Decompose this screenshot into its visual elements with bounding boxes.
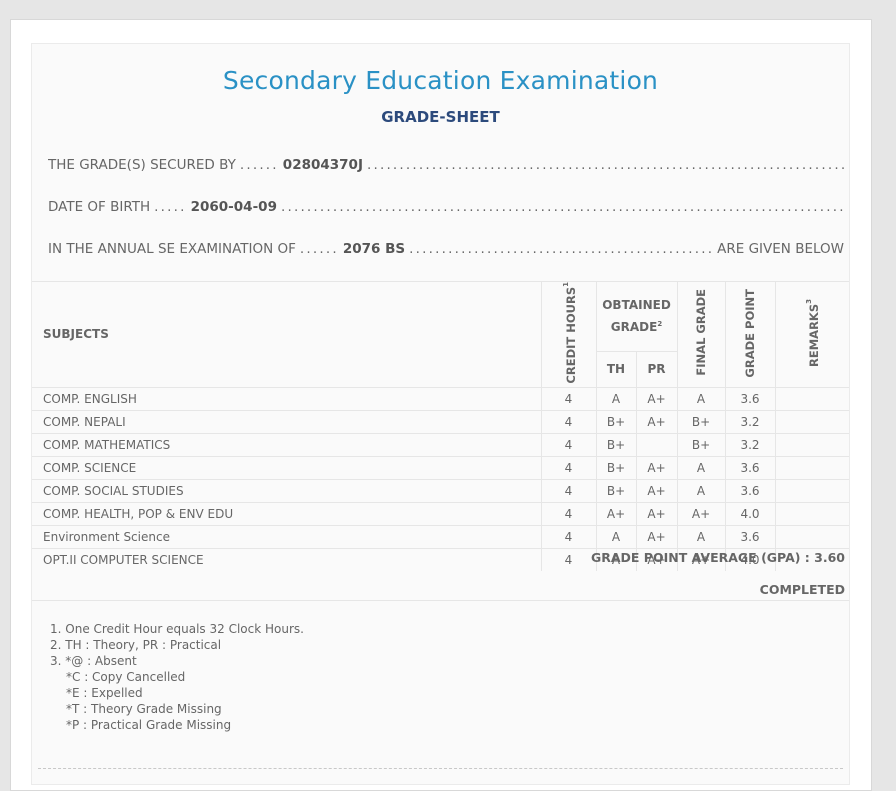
final-grade-cell: B+: [676, 432, 725, 457]
table-row: COMP. MATHEMATICS 4 B+ B+ 3.2: [32, 432, 849, 457]
secured-by-label: THE GRADE(S) SECURED BY: [48, 157, 236, 173]
divider: [32, 600, 849, 601]
dot-leader: ......: [239, 157, 279, 173]
credit-cell: 4: [540, 478, 596, 503]
footnotes: 1. One Credit Hour equals 32 Clock Hours…: [50, 621, 304, 733]
note-credit-hour: 1. One Credit Hour equals 32 Clock Hours…: [50, 622, 304, 636]
th-grade-cell: A: [595, 386, 636, 411]
result-status: COMPLETED: [759, 582, 845, 597]
th-grade-cell: B+: [595, 478, 636, 503]
table-row: COMP. HEALTH, POP & ENV EDU 4 A+ A+ A+ 4.0: [32, 501, 849, 526]
pr-grade-cell: A+: [635, 455, 677, 480]
remarks-cell: [774, 409, 849, 434]
pr-grade-cell: A+: [635, 501, 677, 526]
grade-point-cell: 3.6: [724, 478, 775, 503]
subject-cell: COMP. SCIENCE: [32, 455, 541, 480]
pr-header: PR: [635, 350, 677, 388]
remarks-header: REMARKS3: [774, 281, 849, 388]
dot-leader: ......: [299, 241, 339, 257]
final-grade-cell: A: [676, 455, 725, 480]
subject-cell: COMP. MATHEMATICS: [32, 432, 541, 457]
credit-cell: 4: [540, 524, 596, 549]
th-header: TH: [595, 350, 636, 388]
gpa-text: GRADE POINT AVERAGE (GPA) : 3.60: [590, 550, 845, 565]
remarks-cell: [774, 478, 849, 503]
pr-grade-cell: A+: [635, 478, 677, 503]
dot-leader: ........................................…: [280, 199, 844, 215]
dob-label: DATE OF BIRTH: [48, 199, 151, 215]
sheet-subtitle: GRADE-SHEET: [381, 108, 500, 126]
table-row: Environment Science 4 A A+ A 3.6: [32, 524, 849, 549]
remarks-cell: [774, 501, 849, 526]
th-grade-cell: B+: [595, 409, 636, 434]
pr-grade-cell: [635, 432, 677, 457]
final-grade-cell: A: [676, 478, 725, 503]
credit-cell: 4: [540, 547, 596, 571]
subject-cell: OPT.II COMPUTER SCIENCE: [32, 547, 541, 571]
exam-year: 2076 BS: [342, 241, 406, 257]
subject-cell: COMP. ENGLISH: [32, 386, 541, 411]
exam-title: Secondary Education Examination: [222, 66, 659, 95]
note-practical-missing: *P : Practical Grade Missing: [66, 718, 232, 732]
symbol-number: 02804370J: [282, 157, 363, 173]
grades-table: SUBJECTS CREDIT HOURS1 OBTAINED GRADE2 F…: [32, 281, 849, 571]
obtained-grade-header: OBTAINED GRADE2: [595, 281, 677, 352]
final-grade-cell: A: [676, 524, 725, 549]
credit-hours-header: CREDIT HOURS1: [540, 281, 596, 388]
final-grade-header: FINAL GRADE: [676, 281, 725, 388]
grade-point-cell: 4.0: [724, 501, 775, 526]
table-row: COMP. ENGLISH 4 A A+ A 3.6: [32, 386, 849, 411]
dob-value: 2060-04-09: [190, 199, 277, 215]
th-grade-cell: A+: [595, 501, 636, 526]
credit-cell: 4: [540, 455, 596, 480]
exam-tail: ARE GIVEN BELOW: [717, 241, 844, 257]
pr-grade-cell: A+: [635, 409, 677, 434]
grade-sheet: Secondary Education Examination GRADE-SH…: [31, 43, 850, 785]
remarks-cell: [774, 455, 849, 480]
table-row: COMP. SOCIAL STUDIES 4 B+ A+ A 3.6: [32, 478, 849, 503]
note-th-pr: 2. TH : Theory, PR : Practical: [50, 638, 222, 652]
subjects-header: SUBJECTS: [32, 281, 541, 388]
grade-point-cell: 3.6: [724, 455, 775, 480]
note-expelled: *E : Expelled: [66, 686, 143, 700]
remarks-cell: [774, 386, 849, 411]
grade-point-cell: 3.2: [724, 409, 775, 434]
subject-cell: COMP. SOCIAL STUDIES: [32, 478, 541, 503]
th-grade-cell: A: [595, 524, 636, 549]
exam-label: IN THE ANNUAL SE EXAMINATION OF: [48, 241, 296, 257]
grade-point-cell: 3.6: [724, 524, 775, 549]
final-grade-cell: A+: [676, 501, 725, 526]
table-row: COMP. NEPALI 4 B+ A+ B+ 3.2: [32, 409, 849, 434]
secured-by-line: THE GRADE(S) SECURED BY ...... 02804370J…: [48, 157, 844, 177]
remarks-cell: [774, 432, 849, 457]
dot-leader: ........................................…: [366, 157, 844, 173]
remarks-cell: [774, 524, 849, 549]
dot-leader: .....: [154, 199, 187, 215]
grade-point-cell: 3.2: [724, 432, 775, 457]
table-row: COMP. SCIENCE 4 B+ A+ A 3.6: [32, 455, 849, 480]
credit-cell: 4: [540, 409, 596, 434]
pr-grade-cell: A+: [635, 386, 677, 411]
exam-line: IN THE ANNUAL SE EXAMINATION OF ...... 2…: [48, 241, 844, 261]
subject-cell: COMP. HEALTH, POP & ENV EDU: [32, 501, 541, 526]
dot-leader: ........................................…: [409, 241, 714, 257]
subject-cell: COMP. NEPALI: [32, 409, 541, 434]
dob-line: DATE OF BIRTH ..... 2060-04-09 .........…: [48, 199, 844, 219]
final-grade-cell: A: [676, 386, 725, 411]
grade-point-cell: 3.6: [724, 386, 775, 411]
credit-cell: 4: [540, 501, 596, 526]
subject-cell: Environment Science: [32, 524, 541, 549]
th-grade-cell: B+: [595, 455, 636, 480]
credit-cell: 4: [540, 386, 596, 411]
note-copy-cancelled: *C : Copy Cancelled: [66, 670, 186, 684]
final-grade-cell: B+: [676, 409, 725, 434]
th-grade-cell: B+: [595, 432, 636, 457]
grade-point-header: GRADE POINT: [724, 281, 775, 388]
note-theory-missing: *T : Theory Grade Missing: [66, 702, 222, 716]
pr-grade-cell: A+: [635, 524, 677, 549]
credit-cell: 4: [540, 432, 596, 457]
note-absent: 3. *@ : Absent: [50, 654, 137, 668]
cut-line: [38, 768, 843, 769]
